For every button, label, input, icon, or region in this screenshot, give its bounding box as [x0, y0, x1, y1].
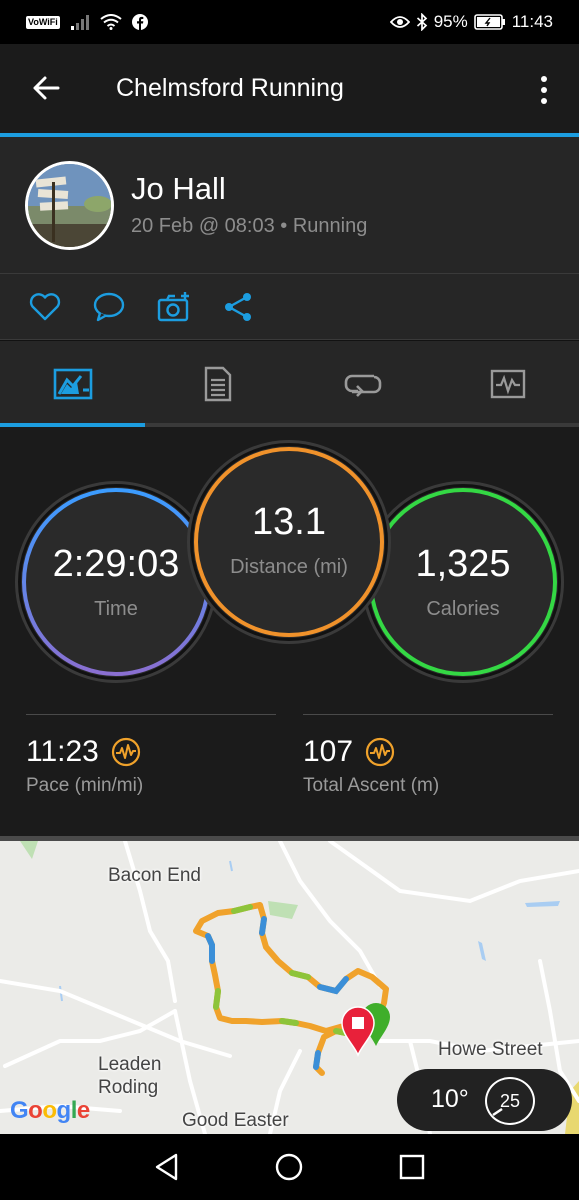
tab-stats[interactable] — [0, 341, 145, 427]
ascent-value: 107 — [303, 735, 354, 768]
status-bar: VoWiFi 95% 11:43 — [0, 0, 579, 44]
map-label-bacon-end: Bacon End — [108, 865, 201, 886]
distance-value: 13.1 — [252, 501, 326, 543]
tab-charts[interactable] — [435, 341, 579, 427]
eye-icon — [389, 16, 410, 28]
comment-icon[interactable] — [92, 290, 126, 324]
stats-summary-icon — [53, 368, 92, 400]
pace-label: Pace (min/mi) — [26, 775, 144, 796]
pulse-icon[interactable] — [365, 737, 395, 767]
nav-back-icon[interactable] — [152, 1152, 182, 1182]
app-bar: Chelmsford Running — [0, 44, 579, 133]
calories-label: Calories — [426, 598, 500, 620]
laps-icon — [344, 374, 381, 397]
map-label-roding: Roding — [98, 1077, 159, 1098]
avatar-photo — [28, 164, 111, 247]
signal-icon — [70, 15, 89, 30]
ascent-label: Total Ascent (m) — [303, 775, 440, 796]
google-logo: Google — [10, 1097, 90, 1124]
distance-ring: 13.1 Distance (mi) — [190, 443, 388, 641]
distance-label: Distance (mi) — [230, 556, 348, 578]
share-icon[interactable] — [221, 290, 255, 324]
heart-icon[interactable] — [28, 290, 62, 324]
chart-icon — [490, 369, 525, 399]
weather-badge[interactable]: 10° 25 — [397, 1069, 572, 1131]
social-actions — [0, 274, 579, 340]
tab-laps[interactable] — [290, 341, 435, 427]
map-label-good-easter: Good Easter — [182, 1110, 289, 1131]
activity-meta: 20 Feb @ 08:03 • Running — [131, 215, 368, 237]
add-photo-icon[interactable] — [157, 290, 191, 324]
route-map[interactable]: Bacon End Leaden Roding Good Easter Howe… — [0, 841, 579, 1134]
page-title: Chelmsford Running — [116, 74, 344, 102]
weather-temperature: 10° — [431, 1085, 469, 1113]
map-label-leaden: Leaden — [98, 1054, 162, 1075]
vowifi-badge: VoWiFi — [26, 15, 60, 29]
nav-home-icon[interactable] — [274, 1152, 304, 1182]
calories-ring: 1,325 Calories — [365, 484, 561, 680]
wifi-icon — [100, 14, 122, 30]
pulse-icon[interactable] — [111, 737, 141, 767]
wind-indicator: 25 — [485, 1077, 535, 1125]
time-value: 2:29:03 — [52, 543, 180, 585]
activity-header: Jo Hall 20 Feb @ 08:03 • Running — [0, 137, 579, 274]
time-label: Time — [94, 598, 138, 620]
calories-value: 1,325 — [415, 543, 511, 585]
document-icon — [204, 366, 231, 402]
battery-percent: 95% — [433, 12, 468, 31]
pace-stat: 11:23 Pace (min/mi) — [26, 714, 276, 796]
bluetooth-icon — [416, 13, 427, 31]
activity-tabs — [0, 341, 579, 427]
back-arrow-icon[interactable] — [30, 72, 62, 104]
clock: 11:43 — [511, 12, 553, 31]
tab-details[interactable] — [145, 341, 290, 427]
system-nav-bar — [0, 1134, 579, 1200]
facebook-icon — [131, 14, 148, 30]
time-ring: 2:29:03 Time — [18, 484, 214, 680]
wind-speed: 25 — [499, 1090, 521, 1111]
nav-recents-icon[interactable] — [397, 1152, 427, 1182]
ascent-stat: 107 Total Ascent (m) — [303, 714, 553, 796]
athlete-name[interactable]: Jo Hall — [131, 171, 226, 207]
more-options-icon[interactable] — [530, 74, 558, 106]
map-label-howe-street: Howe Street — [438, 1039, 543, 1060]
battery-icon — [473, 14, 505, 30]
avatar[interactable] — [25, 161, 114, 250]
pace-value: 11:23 — [26, 735, 99, 768]
